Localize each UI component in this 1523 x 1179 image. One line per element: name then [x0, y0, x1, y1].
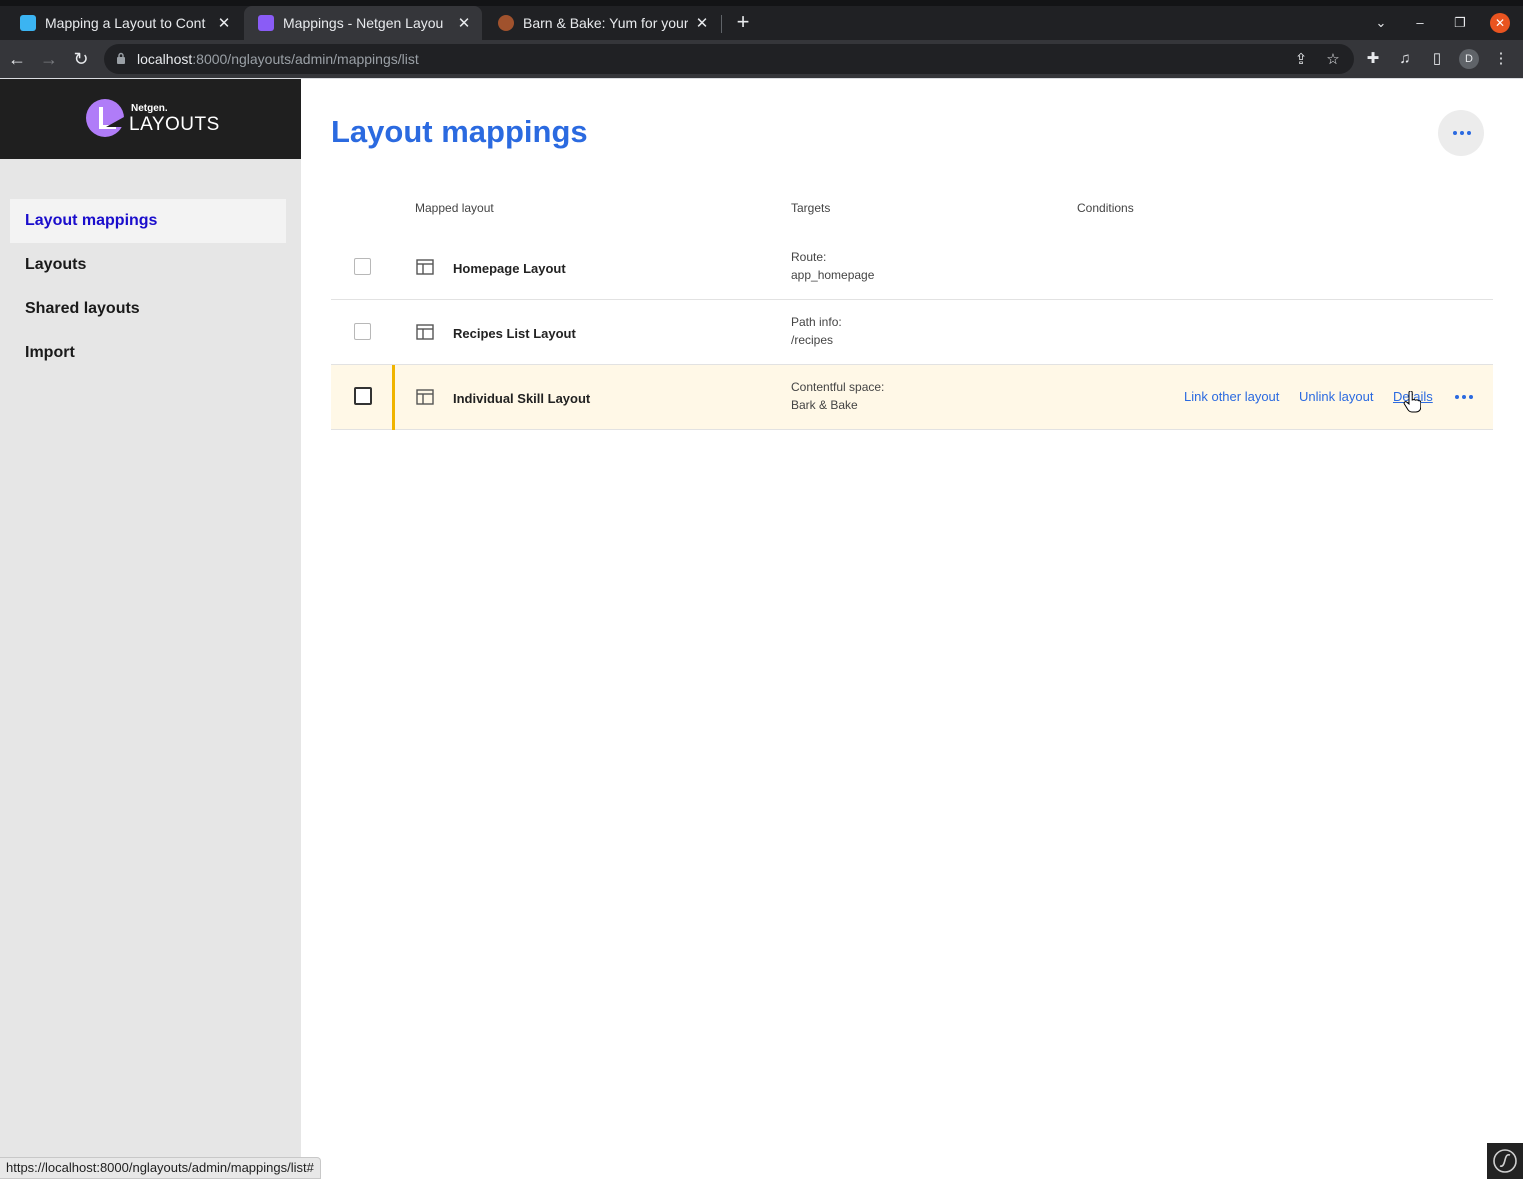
minimize-icon[interactable]: – — [1405, 6, 1435, 40]
link-status-bar: https://localhost:8000/nglayouts/admin/m… — [0, 1157, 321, 1179]
table-row-hovered[interactable]: Individual Skill Layout Contentful space… — [331, 365, 1493, 430]
close-window-icon[interactable]: ✕ — [1490, 13, 1510, 33]
column-header-mapped-layout: Mapped layout — [415, 201, 494, 215]
reload-icon[interactable]: ↻ — [69, 47, 93, 71]
tab-close-icon[interactable]: ✕ — [456, 14, 472, 32]
tab-title: Barn & Bake: Yum for your — [523, 15, 688, 31]
row-select-checkbox[interactable] — [354, 323, 371, 340]
tab-close-icon[interactable]: ✕ — [216, 14, 232, 32]
browser-tab-3[interactable]: Barn & Bake: Yum for your ✕ — [484, 6, 720, 40]
tab-title: Mappings - Netgen Layou — [283, 15, 444, 31]
netgen-logo-icon[interactable] — [86, 99, 124, 137]
page-options-button[interactable] — [1438, 110, 1484, 156]
profile-avatar[interactable]: D — [1459, 49, 1479, 69]
layout-name[interactable]: Homepage Layout — [453, 261, 566, 276]
barn-bake-favicon-icon — [498, 15, 514, 31]
browser-menu-kebab-icon[interactable]: ⋮ — [1492, 50, 1510, 68]
sidebar-item-shared-layouts[interactable]: Shared layouts — [10, 287, 286, 331]
page-title: Layout mappings — [331, 114, 588, 149]
link-other-layout-button[interactable]: Link other layout — [1184, 389, 1279, 404]
url-path: :8000/nglayouts/admin/mappings/list — [192, 51, 419, 67]
layout-name[interactable]: Individual Skill Layout — [453, 391, 590, 406]
back-arrow-icon[interactable]: ← — [5, 47, 29, 71]
address-bar[interactable]: localhost:8000/nglayouts/admin/mappings/… — [104, 44, 1354, 74]
hand-pointer-cursor-icon — [1403, 391, 1421, 413]
target-type: Route: — [791, 250, 827, 264]
tab-close-icon[interactable]: ✕ — [694, 14, 710, 32]
url-host: localhost — [137, 51, 193, 67]
table-row[interactable]: Homepage Layout Route: app_homepage — [331, 235, 1493, 300]
sidebar-item-layout-mappings[interactable]: Layout mappings — [10, 199, 286, 243]
layout-name[interactable]: Recipes List Layout — [453, 326, 576, 341]
lock-icon[interactable] — [116, 52, 126, 64]
target-value: app_homepage — [791, 268, 875, 282]
table-row[interactable]: Recipes List Layout Path info: /recipes — [331, 300, 1493, 365]
browser-tab-strip: Mapping a Layout to Cont ✕ Mappings - Ne… — [0, 0, 1523, 40]
bookmark-star-icon[interactable]: ☆ — [1324, 51, 1342, 69]
logo-layouts-text: LAYOUTS — [129, 114, 220, 135]
more-horizontal-icon — [1453, 131, 1471, 135]
media-queue-icon[interactable]: ♫ — [1396, 50, 1414, 68]
tab-separator — [721, 15, 722, 33]
symfony-toolbar-toggle[interactable] — [1487, 1143, 1523, 1179]
brand-header: Netgen. LAYOUTS — [0, 79, 301, 159]
share-icon[interactable]: ⇪ — [1292, 51, 1310, 69]
browser-toolbar: ← → ↻ localhost:8000/nglayouts/admin/map… — [0, 40, 1523, 78]
target-type: Path info: — [791, 315, 842, 329]
target-value: /recipes — [791, 333, 834, 347]
logo-netgen-text: Netgen. — [131, 103, 168, 114]
layout-icon — [416, 259, 434, 275]
netgen-favicon-icon — [258, 15, 274, 31]
row-hover-accent-bar — [392, 365, 395, 430]
sidebar-nav: Layout mappings Layouts Shared layouts I… — [10, 199, 286, 375]
sidebar: Netgen. LAYOUTS Layout mappings Layouts … — [0, 79, 301, 1179]
target-type: Contentful space: — [791, 380, 885, 394]
url-text: localhost:8000/nglayouts/admin/mappings/… — [137, 51, 419, 67]
symfony-logo-icon — [1493, 1149, 1517, 1173]
tab-title: Mapping a Layout to Cont — [45, 15, 206, 31]
row-more-options-icon[interactable] — [1455, 395, 1473, 399]
browser-tab-1[interactable]: Mapping a Layout to Cont ✕ — [6, 6, 242, 40]
unlink-layout-button[interactable]: Unlink layout — [1299, 389, 1373, 404]
layout-icon — [416, 324, 434, 340]
row-select-checkbox[interactable] — [354, 387, 372, 405]
side-panel-icon[interactable]: ▯ — [1428, 50, 1446, 68]
new-tab-plus-icon[interactable]: + — [731, 10, 755, 34]
restore-icon[interactable]: ❐ — [1445, 6, 1475, 40]
row-select-checkbox[interactable] — [354, 258, 371, 275]
tab-search-chevron-down-icon[interactable]: ⌄ — [1366, 6, 1396, 40]
browser-tab-2[interactable]: Mappings - Netgen Layou ✕ — [244, 6, 482, 40]
sidebar-item-import[interactable]: Import — [10, 331, 286, 375]
column-header-conditions: Conditions — [1077, 201, 1134, 215]
column-header-targets: Targets — [791, 201, 831, 215]
target-value: Bark & Bake — [791, 398, 858, 412]
contentful-favicon-icon — [20, 15, 36, 31]
sidebar-item-layouts[interactable]: Layouts — [10, 243, 286, 287]
layout-icon — [416, 389, 434, 405]
forward-arrow-icon[interactable]: → — [37, 47, 61, 71]
extensions-puzzle-icon[interactable]: ✚ — [1364, 50, 1382, 68]
